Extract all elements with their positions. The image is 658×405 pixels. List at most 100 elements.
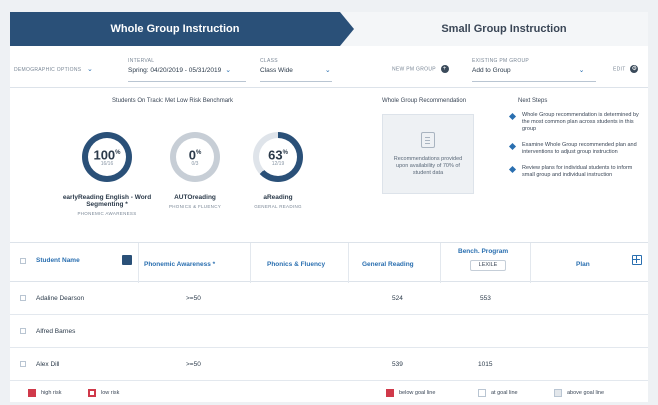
- add-icon: +: [440, 65, 449, 73]
- gauge-count: 12/19: [271, 161, 285, 168]
- next-steps-title: Next Steps: [518, 98, 548, 104]
- new-pm-group-button[interactable]: NEW PM GROUP +: [392, 65, 449, 73]
- legend-above-goal: above goal line: [554, 389, 604, 397]
- next-step-text: Whole Group recommendation is determined…: [522, 112, 639, 132]
- legend: high risk low risk below goal line at go…: [10, 384, 648, 402]
- recommendation-title: Whole Group Recommendation: [382, 98, 467, 104]
- col-bench-program: Bench. Program: [458, 248, 509, 255]
- column-divider: [348, 243, 349, 283]
- gauge-caption: PHONICS & FLUENCY: [168, 204, 222, 209]
- interval-label: INTERVAL: [128, 58, 155, 64]
- legend-low-risk: low risk: [88, 389, 119, 397]
- gauge-general-reading: 63% 12/19: [253, 132, 303, 182]
- edit-button[interactable]: EDIT ⚙: [613, 65, 639, 73]
- student-name[interactable]: Alfred Barnes: [36, 328, 75, 335]
- column-settings-icon[interactable]: [632, 255, 642, 265]
- summary-section: Students On Track: Met Low Risk Benchmar…: [10, 90, 648, 242]
- student-name[interactable]: Alex Dill: [36, 361, 59, 368]
- tab-bar: Whole Group Instruction Small Group Inst…: [10, 12, 648, 46]
- legend-at-goal: at goal line: [478, 389, 518, 397]
- gauge-measure-name: AUTOreading: [174, 194, 216, 201]
- next-step-item: Whole Group recommendation is determined…: [508, 112, 643, 133]
- col-phonics-fluency[interactable]: Phonics & Fluency: [267, 261, 325, 268]
- chevron-down-icon: ⌄: [225, 67, 232, 74]
- interval-value: Spring: 04/20/2019 - 05/31/2019: [128, 67, 222, 74]
- legend-high-risk: high risk: [28, 389, 61, 397]
- edit-label: EDIT: [613, 66, 626, 73]
- gauge-caption: GENERAL READING: [254, 204, 302, 209]
- class-dropdown[interactable]: CLASS Class Wide ⌄: [260, 58, 331, 74]
- table-header: Student Name Phonemic Awareness * Phonic…: [10, 242, 648, 283]
- row-checkbox[interactable]: [20, 295, 26, 301]
- at-goal-swatch: [478, 389, 486, 397]
- filter-bar: DEMOGRAPHIC OPTIONS ⌄ INTERVAL Spring: 0…: [10, 52, 648, 88]
- bullet-icon: [508, 142, 517, 151]
- demographic-options-dropdown[interactable]: DEMOGRAPHIC OPTIONS ⌄: [14, 65, 93, 73]
- interval-dropdown[interactable]: INTERVAL Spring: 04/20/2019 - 05/31/2019…: [128, 58, 231, 74]
- chevron-down-icon: ⌄: [87, 66, 93, 73]
- low-risk-swatch: [88, 389, 96, 397]
- existing-pm-group-dropdown[interactable]: EXISTING PM GROUP Add to Group ⌄: [472, 58, 585, 74]
- pa-score: >=50: [186, 361, 201, 368]
- row-checkbox[interactable]: [20, 328, 26, 334]
- bench-score: 1015: [478, 361, 493, 368]
- class-label: CLASS: [260, 58, 278, 64]
- row-checkbox[interactable]: [20, 361, 26, 367]
- demographic-label: DEMOGRAPHIC OPTIONS: [14, 67, 82, 73]
- gear-icon: ⚙: [630, 65, 639, 73]
- next-steps-list: Whole Group recommendation is determined…: [508, 112, 643, 188]
- student-name[interactable]: Adaline Dearson: [36, 295, 84, 302]
- sort-button[interactable]: [122, 255, 132, 265]
- interval-underline: [128, 81, 246, 82]
- new-pm-group-label: NEW PM GROUP: [392, 66, 436, 73]
- tab-whole-group[interactable]: Whole Group Instruction: [10, 12, 354, 46]
- recommendation-text: Recommendations provided upon availabili…: [393, 155, 463, 176]
- lexile-select[interactable]: LEXILE: [470, 260, 506, 271]
- tab-small-group[interactable]: Small Group Instruction: [340, 12, 648, 46]
- recommendation-box: Recommendations provided upon availabili…: [382, 114, 474, 194]
- gauge-count: 0/3: [191, 161, 199, 168]
- pa-score: >=50: [186, 295, 201, 302]
- gr-score: 539: [392, 361, 403, 368]
- gauge-count: 16/16: [100, 161, 114, 168]
- chevron-down-icon: ⌄: [324, 67, 331, 74]
- class-value: Class Wide: [260, 67, 293, 74]
- below-goal-swatch: [386, 389, 394, 397]
- legend-label: above goal line: [567, 390, 605, 396]
- legend-label: below goal line: [399, 390, 436, 396]
- legend-label: at goal line: [491, 390, 518, 396]
- instruction-panel: Whole Group Instruction Small Group Inst…: [10, 12, 648, 402]
- gauge-percent: 100: [93, 147, 116, 163]
- next-step-item: Examine Whole Group recommended plan and…: [508, 142, 643, 156]
- gauge-name: aReading GENERAL READING: [238, 194, 318, 210]
- table-row[interactable]: Alfred Barnes: [10, 315, 648, 348]
- next-step-text: Review plans for individual students to …: [522, 165, 633, 178]
- column-divider: [440, 243, 441, 283]
- legend-below-goal: below goal line: [386, 389, 435, 397]
- gauge-phonics-fluency: 0% 0/3: [170, 132, 220, 182]
- existing-pm-group-value: Add to Group: [472, 67, 511, 74]
- gr-score: 524: [392, 295, 403, 302]
- col-student-name[interactable]: Student Name: [36, 257, 80, 264]
- chevron-down-icon: ⌄: [578, 67, 585, 74]
- gauge-measure-name: earlyReading English - Word Segmenting *: [62, 194, 152, 208]
- bench-score: 553: [480, 295, 491, 302]
- gauge-measure-name: aReading: [263, 194, 293, 201]
- column-divider: [138, 243, 139, 283]
- gauge-percent: 63: [268, 147, 283, 163]
- table-row[interactable]: Adaline Dearson >=50 524 553: [10, 282, 648, 315]
- select-all-checkbox[interactable]: [20, 258, 26, 264]
- column-divider: [530, 243, 531, 283]
- bullet-icon: [508, 165, 517, 174]
- col-plan[interactable]: Plan: [576, 261, 590, 268]
- gauge-caption: PHONEMIC AWARENESS: [77, 211, 137, 216]
- existing-pm-group-label: EXISTING PM GROUP: [472, 58, 530, 64]
- clipboard-icon: [421, 131, 435, 148]
- next-step-item: Review plans for individual students to …: [508, 165, 643, 179]
- col-general-reading[interactable]: General Reading: [362, 261, 414, 268]
- table-row[interactable]: Alex Dill >=50 539 1015: [10, 348, 648, 381]
- benchmark-title: Students On Track: Met Low Risk Benchmar…: [112, 98, 234, 104]
- gauge-name: AUTOreading PHONICS & FLUENCY: [155, 194, 235, 210]
- bullet-icon: [508, 112, 517, 121]
- col-phonemic-awareness[interactable]: Phonemic Awareness *: [144, 261, 215, 268]
